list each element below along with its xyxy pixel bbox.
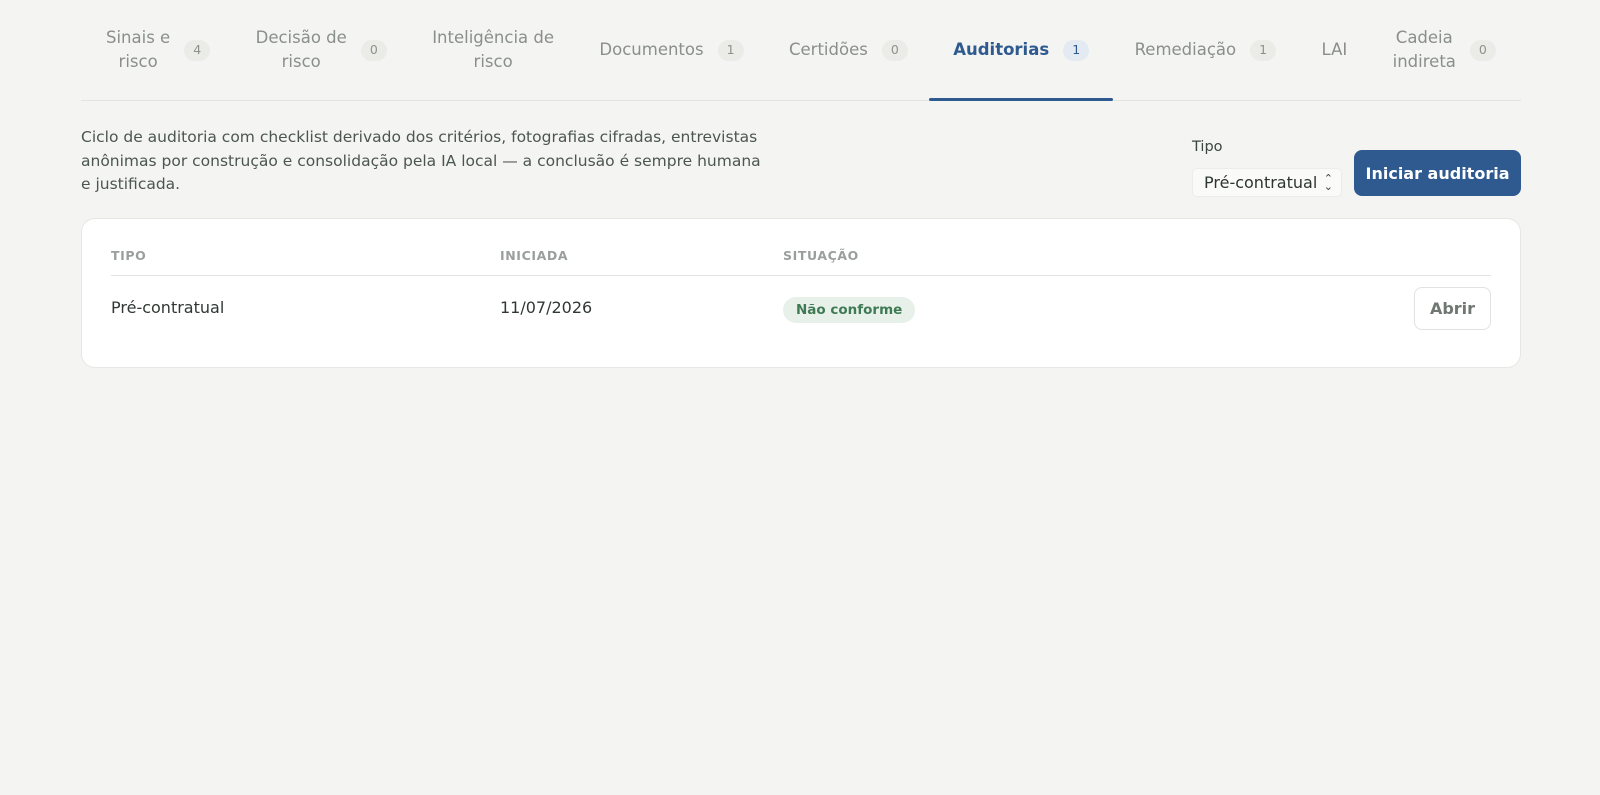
- table-row: Pré-contratual 11/07/2026 Não conforme A…: [111, 276, 1491, 342]
- type-select-value: Pré-contratual: [1204, 173, 1318, 192]
- tab-decisao-de-risco[interactable]: Decisão de risco 0: [252, 0, 391, 100]
- tab-label: Remediação: [1134, 40, 1237, 59]
- tab-label: Inteligência de risco: [432, 28, 555, 71]
- column-header-tipo: TIPO: [111, 248, 147, 263]
- tab-label: Auditorias: [953, 40, 1050, 59]
- audits-table: TIPO INICIADA SITUAÇÃO Pré-contratual 11…: [81, 218, 1521, 368]
- tab-label: Cadeia indireta: [1392, 28, 1456, 71]
- open-audit-button[interactable]: Abrir: [1414, 287, 1491, 330]
- tab-count-badge: 0: [1469, 39, 1496, 61]
- tab-count-badge: 1: [717, 39, 744, 61]
- start-audit-button[interactable]: Iniciar auditoria: [1354, 150, 1521, 196]
- tab-count-badge: 0: [881, 39, 908, 61]
- type-select[interactable]: Pré-contratual ⌃ ⌄: [1192, 168, 1342, 197]
- tab-auditorias[interactable]: Auditorias 1: [929, 0, 1114, 101]
- tab-label: LAI: [1321, 40, 1348, 59]
- tab-sinais-e-risco[interactable]: Sinais e risco 4: [102, 0, 214, 100]
- tab-count-badge: 1: [1250, 39, 1277, 61]
- auditorias-page: Sinais e risco 4 Decisão de risco 0 Inte…: [81, 0, 1521, 368]
- column-header-situacao: SITUAÇÃO: [783, 248, 859, 263]
- cell-iniciada: 11/07/2026: [500, 298, 593, 317]
- tab-count-badge: 0: [360, 39, 387, 61]
- audit-toolbar: Ciclo de auditoria com checklist derivad…: [81, 101, 1521, 219]
- tab-cadeia-indireta[interactable]: Cadeia indireta 0: [1389, 0, 1500, 100]
- tab-inteligencia-de-risco[interactable]: Inteligência de risco: [428, 0, 558, 100]
- tab-lai[interactable]: LAI: [1318, 0, 1352, 100]
- type-filter-label: Tipo: [1192, 139, 1223, 155]
- table-header: TIPO INICIADA SITUAÇÃO: [111, 219, 1491, 276]
- tab-remediacao[interactable]: Remediação 1: [1131, 0, 1281, 100]
- tab-bar: Sinais e risco 4 Decisão de risco 0 Inte…: [81, 0, 1521, 101]
- tab-label: Documentos: [599, 40, 704, 59]
- tab-documentos[interactable]: Documentos 1: [595, 0, 747, 100]
- updown-chevron-icon: ⌃ ⌄: [1323, 171, 1333, 193]
- tab-label: Sinais e risco: [106, 28, 171, 71]
- tab-label: Decisão de risco: [255, 28, 347, 71]
- tab-count-badge: 4: [184, 39, 211, 61]
- column-header-iniciada: INICIADA: [500, 248, 569, 263]
- intro-description: Ciclo de auditoria com checklist derivad…: [81, 128, 761, 193]
- tab-label: Certidões: [789, 40, 868, 59]
- tab-count-badge: 1: [1063, 39, 1090, 61]
- cell-tipo: Pré-contratual: [111, 298, 225, 317]
- tab-certidoes[interactable]: Certidões 0: [785, 0, 912, 100]
- status-badge: Não conforme: [783, 297, 916, 323]
